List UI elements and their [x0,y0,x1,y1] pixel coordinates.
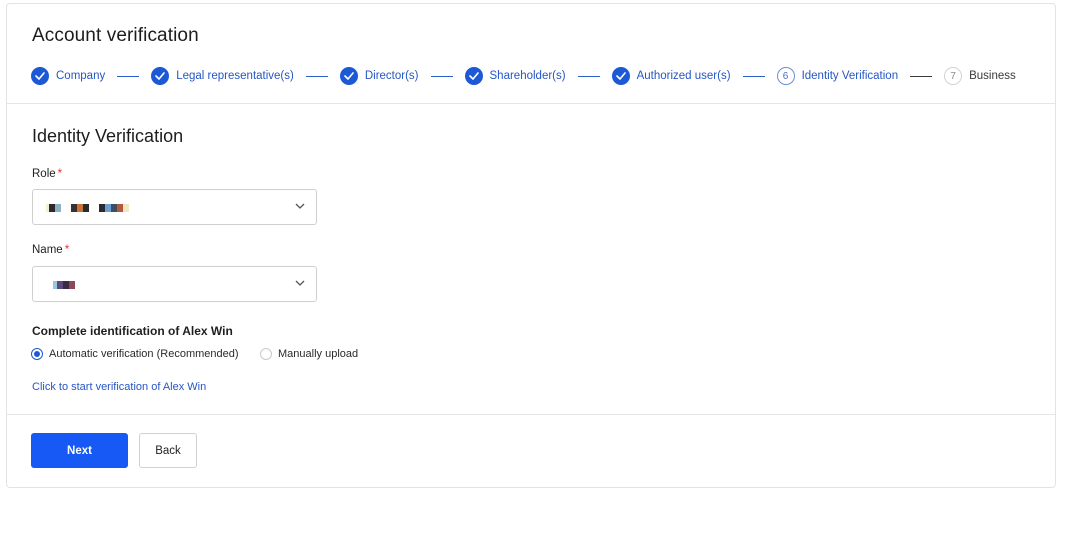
step-label: Authorized user(s) [636,70,731,82]
step-shareholders[interactable]: Shareholder(s) [464,67,566,85]
radio-automatic-verification[interactable]: Automatic verification (Recommended) [31,348,239,360]
role-label: Role * [32,168,62,180]
step-connector [577,75,600,77]
check-icon [151,67,170,85]
radio-manual-upload[interactable]: Manually upload [260,348,358,360]
section-title: Identity Verification [32,126,184,146]
verification-card: Account verification Company Legal repre… [6,3,1056,488]
role-label-text: Role [32,168,56,180]
step-label: Legal representative(s) [176,70,294,82]
step-connector [910,75,933,77]
redacted-value [53,281,75,289]
check-icon [611,67,630,85]
role-select[interactable] [32,189,317,225]
name-label: Name * [32,244,69,256]
check-icon [339,67,358,85]
name-label-text: Name [32,244,63,256]
step-company[interactable]: Company [31,67,105,85]
radio-button[interactable] [260,348,272,360]
step-label: Director(s) [364,70,419,82]
step-legal-representatives[interactable]: Legal representative(s) [151,67,294,85]
required-marker: * [57,168,63,180]
identification-heading: Complete identification of Alex Win [32,324,233,338]
next-button[interactable]: Next [31,433,128,468]
check-icon [31,67,49,85]
step-connector [430,75,453,77]
step-identity-verification[interactable]: 6 Identity Verification [776,67,899,85]
step-label: Identity Verification [801,70,899,82]
step-label: Business [969,70,1016,82]
radio-dot [34,351,40,357]
radio-label: Manually upload [278,348,359,360]
header-divider [7,103,1055,104]
step-label: Shareholder(s) [489,70,566,82]
page-title: Account verification [32,25,199,46]
redacted-value [46,204,129,212]
step-number: 7 [944,67,963,85]
chevron-down-icon [295,280,305,286]
radio-label: Automatic verification (Recommended) [49,348,239,360]
name-select[interactable] [32,266,317,302]
radio-button[interactable] [31,348,43,360]
stepper: Company Legal representative(s) Director… [31,66,1016,86]
step-connector [742,75,765,77]
step-number: 6 [776,67,795,85]
footer-divider [7,414,1055,415]
step-authorized-users[interactable]: Authorized user(s) [611,67,731,85]
step-connector [117,75,140,77]
back-button[interactable]: Back [139,433,197,468]
required-marker: * [64,244,70,256]
chevron-down-icon [295,203,305,209]
step-label: Company [56,70,106,82]
step-directors[interactable]: Director(s) [339,67,419,85]
step-connector [305,75,328,77]
start-verification-link[interactable]: Click to start verification of Alex Win [32,381,206,393]
step-business: 7 Business [944,67,1016,85]
check-icon [464,67,483,85]
